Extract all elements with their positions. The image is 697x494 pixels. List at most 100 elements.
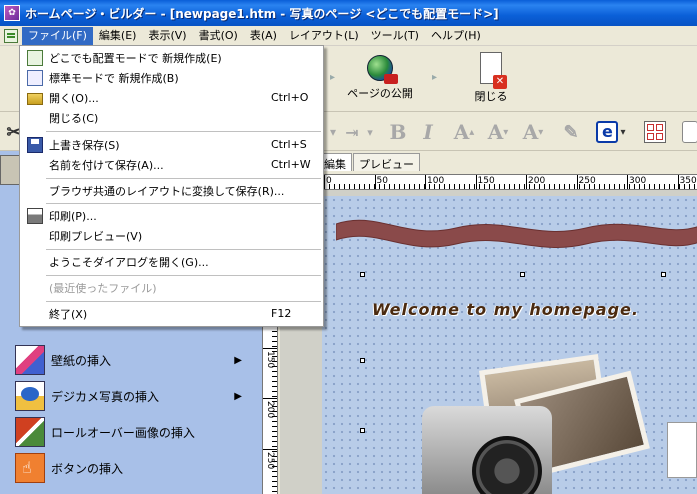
page-area[interactable]: Welcome to my homepage. [322, 196, 697, 494]
menu-table[interactable]: 表(A) [244, 27, 283, 45]
menu-item-new-anywhere[interactable]: どこでも配置モードで 新規作成(E) [20, 47, 323, 68]
ruler-minor-tick [474, 184, 475, 189]
document-icon[interactable] [4, 28, 18, 43]
rollover-image-icon [15, 417, 45, 447]
ruler-minor-tick [272, 471, 277, 472]
menu-file[interactable]: ファイル(F) [22, 26, 93, 45]
submenu-arrow-icon: ▶ [234, 390, 242, 402]
ruler-minor-tick [272, 386, 277, 387]
insert-digital-photo-item[interactable]: デジカメ写真の挿入 ▶ [0, 379, 262, 413]
ruler-tick [263, 398, 277, 399]
menu-layout[interactable]: レイアウト(L) [283, 27, 365, 45]
tab-preview[interactable]: プレビュー [353, 153, 420, 171]
close-button[interactable]: 閉じる [468, 52, 514, 104]
menu-separator [46, 249, 321, 250]
ruler-minor-tick [272, 461, 277, 462]
ruler-minor-tick [624, 184, 625, 189]
menu-item-exit[interactable]: 終了(X) F12 [20, 303, 323, 324]
ruler-minor-tick [569, 184, 570, 189]
app-icon[interactable]: ✿ [4, 5, 20, 21]
file-menu-dropdown: どこでも配置モードで 新規作成(E) 標準モードで 新規作成(B) 開く(O).… [19, 45, 324, 327]
ruler-minor-tick [339, 184, 340, 189]
ruler-minor-tick [434, 184, 435, 189]
ruler-minor-tick [272, 381, 277, 382]
ruler-minor-tick [549, 184, 550, 189]
menu-item-new-standard[interactable]: 標準モードで 新規作成(B) [20, 67, 323, 88]
close-document-icon [480, 52, 507, 89]
toolbar-edge-button[interactable] [680, 119, 697, 145]
ruler-minor-tick [272, 401, 277, 402]
menu-tools[interactable]: ツール(T) [365, 27, 425, 45]
highlight-icon[interactable]: ✎ [556, 119, 586, 145]
ruler-minor-tick [272, 391, 277, 392]
digital-camera-icon [15, 381, 45, 411]
ruler-minor-tick [272, 351, 277, 352]
ruler-minor-tick [389, 184, 390, 189]
editor-canvas[interactable]: Welcome to my homepage. [280, 190, 697, 494]
e-icon: e [596, 121, 619, 143]
ruler-minor-tick [469, 184, 470, 189]
web-art-button[interactable]: e ▾ [596, 119, 626, 145]
menu-item-shortcut: Ctrl+O [271, 91, 309, 104]
resize-handle[interactable] [360, 358, 365, 363]
ruler-minor-tick [489, 184, 490, 189]
font-larger-icon[interactable]: A ▴ [450, 119, 478, 145]
ruler-minor-tick [544, 184, 545, 189]
menu-help[interactable]: ヘルプ(H) [425, 27, 487, 45]
thumbnail-image[interactable] [667, 422, 697, 478]
resize-handle[interactable] [360, 428, 365, 433]
menu-format[interactable]: 書式(O) [193, 27, 244, 45]
layout-grid-button[interactable] [642, 119, 668, 145]
indent-icon[interactable]: ⇥ [340, 119, 364, 145]
font-smaller-icon[interactable]: A ▾ [484, 119, 512, 145]
ruler-minor-tick [529, 184, 530, 189]
ruler-minor-tick [484, 184, 485, 189]
publish-page-button[interactable]: ページの公開 [344, 52, 416, 101]
resize-handle[interactable] [661, 272, 666, 277]
menu-item-print[interactable]: 印刷(P)... [20, 205, 323, 226]
menu-item-label: 開く(O)... [49, 91, 99, 105]
menu-item-print-preview[interactable]: 印刷プレビュー(V) [20, 225, 323, 246]
menu-item-close[interactable]: 閉じる(C) [20, 107, 323, 128]
ruler-minor-tick [439, 184, 440, 189]
ruler-minor-tick [354, 184, 355, 189]
ribbon-image[interactable] [336, 210, 697, 254]
ruler-minor-tick [379, 184, 380, 189]
horizontal-ruler: 0 50 100 150 200 250 300 350 [320, 174, 697, 190]
dropdown-arrow-icon[interactable]: ▾ [364, 119, 376, 145]
menu-item-save[interactable]: 上書き保存(S) Ctrl+S [20, 134, 323, 155]
ruler-minor-tick [329, 184, 330, 189]
insert-wallpaper-item[interactable]: 壁紙の挿入 ▶ [0, 343, 262, 377]
italic-icon[interactable]: I [416, 119, 440, 145]
ruler-minor-tick [644, 184, 645, 189]
menu-item-convert-save[interactable]: ブラウザ共通のレイアウトに変換して保存(R)... [20, 180, 323, 201]
ruler-minor-tick [272, 466, 277, 467]
ruler-minor-tick [429, 184, 430, 189]
ruler-tick [627, 175, 628, 189]
dropdown-arrow-icon[interactable]: ▾ [326, 119, 340, 145]
menu-item-open[interactable]: 開く(O)... Ctrl+O [20, 87, 323, 108]
bold-icon[interactable]: B [386, 119, 410, 145]
resize-handle[interactable] [360, 272, 365, 277]
insert-rollover-item[interactable]: ロールオーバー画像の挿入 [0, 415, 262, 449]
menu-item-label: 印刷プレビュー(V) [49, 229, 143, 243]
ruler-minor-tick [272, 431, 277, 432]
ruler-minor-tick [614, 184, 615, 189]
ruler-tick [425, 175, 426, 189]
ruler-label: 200 [528, 176, 546, 186]
ruler-minor-tick [344, 184, 345, 189]
resize-handle[interactable] [520, 272, 525, 277]
menu-item-shortcut: Ctrl+S [271, 138, 307, 151]
font-color-icon[interactable]: A ▾ [518, 119, 548, 145]
menu-view[interactable]: 表示(V) [142, 27, 192, 45]
insert-button-item[interactable]: ボタンの挿入 [0, 451, 262, 485]
new-page-icon [27, 49, 43, 66]
menu-item-welcome-dialog[interactable]: ようこそダイアログを開く(G)... [20, 251, 323, 272]
welcome-heading[interactable]: Welcome to my homepage. [372, 300, 639, 319]
menu-separator [46, 178, 321, 179]
ruler-minor-tick [334, 184, 335, 189]
ruler-minor-tick [669, 184, 670, 189]
menu-item-save-as[interactable]: 名前を付けて保存(A)... Ctrl+W [20, 154, 323, 175]
ruler-minor-tick [272, 456, 277, 457]
menu-edit[interactable]: 編集(E) [93, 27, 143, 45]
